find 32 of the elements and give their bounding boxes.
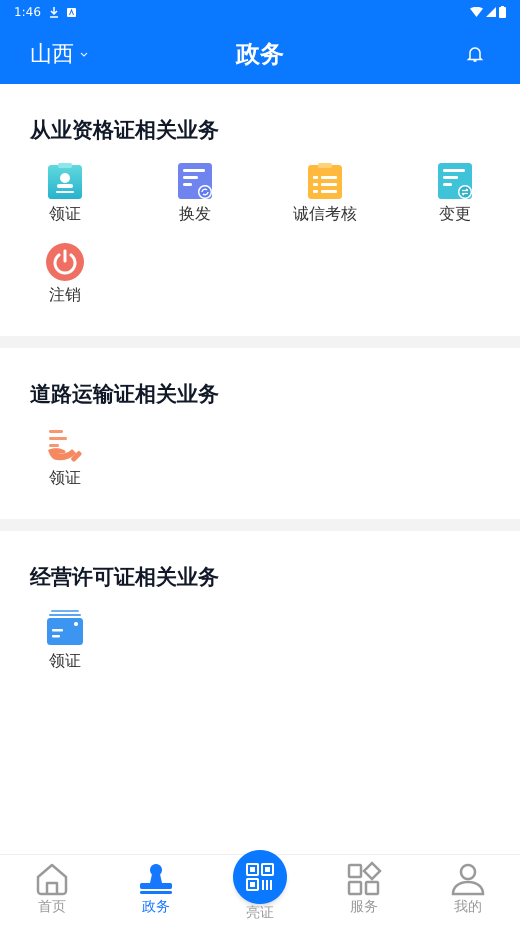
download-icon	[48, 6, 59, 18]
document-refresh-icon	[176, 162, 214, 200]
service-item[interactable]: 领证	[0, 162, 130, 225]
notification-icon	[66, 8, 76, 16]
service-item[interactable]: 领证	[0, 426, 130, 489]
home-icon	[34, 861, 70, 897]
stamp-icon	[138, 861, 174, 897]
id-card-icon	[46, 162, 84, 200]
card-icon	[46, 609, 84, 647]
notification-button[interactable]	[466, 45, 484, 63]
section-title: 道路运输证相关业务	[29, 381, 220, 408]
service-item[interactable]: 注销	[0, 243, 130, 306]
section-title: 经营许可证相关业务	[28, 564, 220, 591]
nav-tab[interactable]: 政务	[104, 855, 208, 926]
user-icon	[450, 861, 486, 897]
battery-icon	[499, 6, 506, 18]
document-swap-icon	[436, 162, 474, 200]
service-item[interactable]: 诚信考核	[260, 162, 390, 225]
power-icon	[46, 243, 84, 281]
chevron-down-icon	[80, 52, 88, 56]
clipboard-list-icon	[306, 162, 344, 200]
bell-icon	[466, 45, 484, 63]
wifi-icon	[470, 7, 483, 17]
region-selector[interactable]: 山西	[30, 38, 88, 70]
apps-icon	[346, 861, 382, 897]
page-title: 政务	[236, 39, 284, 70]
section-title: 从业资格证相关业务	[28, 117, 220, 144]
service-item[interactable]: 换发	[130, 162, 260, 225]
service-item[interactable]: 领证	[0, 609, 130, 672]
status-time: 1:46	[14, 4, 41, 21]
service-item[interactable]: 变更	[390, 162, 520, 225]
signal-icon	[486, 7, 496, 17]
